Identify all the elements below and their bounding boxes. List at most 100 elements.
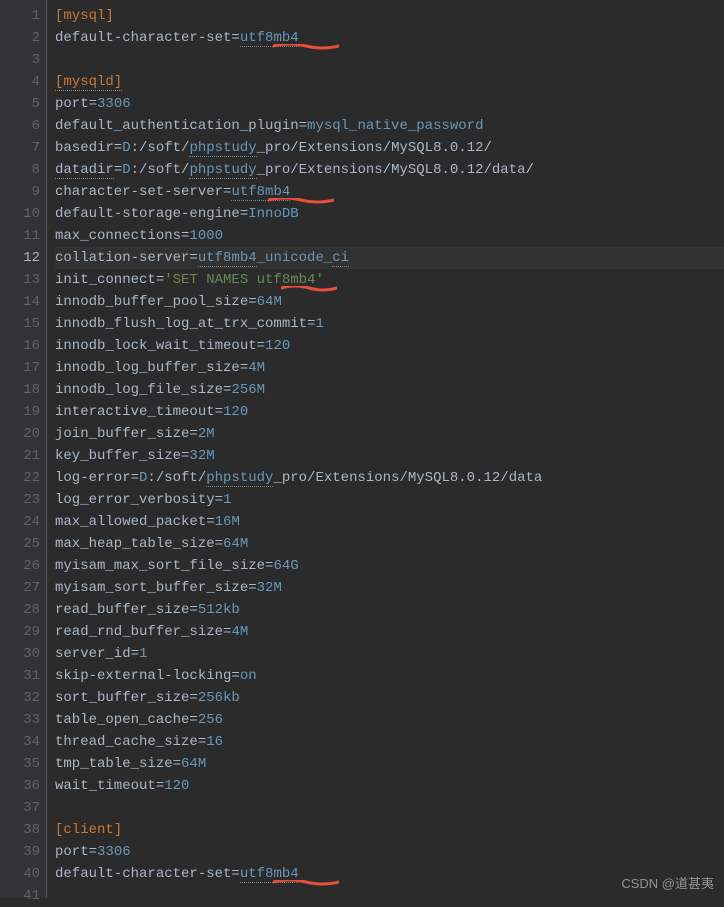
code-token: wait_timeout= (55, 778, 164, 794)
line-number: 33 (0, 709, 40, 731)
code-line[interactable]: skip-external-locking=on (55, 665, 724, 687)
code-line[interactable]: datadir=D:/soft/phpstudy_pro/Extensions/… (55, 159, 724, 181)
code-token: default-storage-engine= (55, 206, 248, 222)
code-token: utf8mb4 (231, 184, 290, 201)
code-token: log_error_verbosity= (55, 492, 223, 508)
line-number: 14 (0, 291, 40, 313)
code-token: 32M (189, 448, 214, 464)
code-token: 120 (265, 338, 290, 354)
code-line[interactable]: default_authentication_plugin=mysql_nati… (55, 115, 724, 137)
code-token: 120 (164, 778, 189, 794)
line-number: 21 (0, 445, 40, 467)
line-number: 40 (0, 863, 40, 885)
line-number: 37 (0, 797, 40, 819)
line-number: 7 (0, 137, 40, 159)
line-number: 26 (0, 555, 40, 577)
code-line[interactable]: basedir=D:/soft/phpstudy_pro/Extensions/… (55, 137, 724, 159)
code-token: D (122, 162, 130, 178)
code-token: 16 (206, 734, 223, 750)
code-token: 256kb (198, 690, 240, 706)
line-number: 25 (0, 533, 40, 555)
code-token: phpstudy (189, 140, 256, 157)
code-line[interactable]: max_heap_table_size=64M (55, 533, 724, 555)
code-token: character-set-server= (55, 184, 231, 200)
line-number: 30 (0, 643, 40, 665)
code-line[interactable]: collation-server=utf8mb4_unicode_ci (55, 247, 724, 269)
code-line[interactable]: init_connect='SET NAMES utf8mb4' (55, 269, 724, 291)
code-token: InnoDB (248, 206, 298, 222)
code-line[interactable] (55, 797, 724, 819)
line-number: 35 (0, 753, 40, 775)
code-token: max_heap_table_size= (55, 536, 223, 552)
line-number: 38 (0, 819, 40, 841)
code-token: 2M (198, 426, 215, 442)
line-number: 41 (0, 885, 40, 907)
code-line[interactable]: character-set-server=utf8mb4 (55, 181, 724, 203)
code-line[interactable]: key_buffer_size=32M (55, 445, 724, 467)
code-token: 3306 (97, 96, 131, 112)
code-line[interactable]: server_id=1 (55, 643, 724, 665)
code-token: basedir= (55, 140, 122, 156)
code-line[interactable]: log_error_verbosity=1 (55, 489, 724, 511)
code-line[interactable]: sort_buffer_size=256kb (55, 687, 724, 709)
code-line[interactable]: thread_cache_size=16 (55, 731, 724, 753)
code-line[interactable]: default-character-set=utf8mb4 (55, 27, 724, 49)
code-token: 1 (223, 492, 231, 508)
code-token: join_buffer_size= (55, 426, 198, 442)
line-number: 5 (0, 93, 40, 115)
code-token: datadir (55, 162, 114, 179)
code-line[interactable]: innodb_lock_wait_timeout=120 (55, 335, 724, 357)
code-line[interactable]: log-error=D:/soft/phpstudy_pro/Extension… (55, 467, 724, 489)
line-number-gutter: 1234567891011121314151617181920212223242… (0, 0, 46, 898)
code-line[interactable]: join_buffer_size=2M (55, 423, 724, 445)
line-number: 22 (0, 467, 40, 489)
code-line[interactable] (55, 49, 724, 71)
code-line[interactable]: innodb_flush_log_at_trx_commit=1 (55, 313, 724, 335)
code-line[interactable]: [client] (55, 819, 724, 841)
code-line[interactable]: myisam_max_sort_file_size=64G (55, 555, 724, 577)
code-area[interactable]: [mysql]default-character-set=utf8mb4[mys… (46, 0, 724, 898)
code-line[interactable]: innodb_log_file_size=256M (55, 379, 724, 401)
line-number: 2 (0, 27, 40, 49)
code-token: 4M (248, 360, 265, 376)
code-line[interactable]: interactive_timeout=120 (55, 401, 724, 423)
code-line[interactable]: myisam_sort_buffer_size=32M (55, 577, 724, 599)
code-line[interactable]: max_allowed_packet=16M (55, 511, 724, 533)
code-line[interactable]: [mysqld] (55, 71, 724, 93)
code-line[interactable]: [mysql] (55, 5, 724, 27)
code-token: 1000 (189, 228, 223, 244)
code-token: utf8mb4 (240, 866, 299, 883)
code-token: default-character-set= (55, 866, 240, 882)
line-number: 6 (0, 115, 40, 137)
code-token: on (240, 668, 257, 684)
code-line[interactable]: port=3306 (55, 841, 724, 863)
code-line[interactable]: tmp_table_size=64M (55, 753, 724, 775)
code-token: [mysqld] (55, 74, 122, 91)
code-token: = (114, 162, 122, 178)
code-line[interactable]: read_buffer_size=512kb (55, 599, 724, 621)
code-token: log-error= (55, 470, 139, 486)
code-token: innodb_buffer_pool_size= (55, 294, 257, 310)
code-token: max_connections= (55, 228, 189, 244)
code-line[interactable]: read_rnd_buffer_size=4M (55, 621, 724, 643)
code-token: utf8mb4 (240, 30, 299, 47)
code-line[interactable]: default-storage-engine=InnoDB (55, 203, 724, 225)
code-line[interactable]: wait_timeout=120 (55, 775, 724, 797)
code-line[interactable]: innodb_buffer_pool_size=64M (55, 291, 724, 313)
code-line[interactable]: innodb_log_buffer_size=4M (55, 357, 724, 379)
code-token: server_id= (55, 646, 139, 662)
code-token: 256 (198, 712, 223, 728)
line-number: 39 (0, 841, 40, 863)
code-token: ci (332, 250, 349, 267)
code-line[interactable]: table_open_cache=256 (55, 709, 724, 731)
line-number: 23 (0, 489, 40, 511)
code-line[interactable]: port=3306 (55, 93, 724, 115)
watermark: CSDN @道甚夷 (621, 873, 714, 892)
code-token: tmp_table_size= (55, 756, 181, 772)
line-number: 18 (0, 379, 40, 401)
line-number: 28 (0, 599, 40, 621)
code-token: :/soft/ (131, 140, 190, 156)
code-token: innodb_flush_log_at_trx_commit= (55, 316, 315, 332)
code-token: port= (55, 844, 97, 860)
code-line[interactable]: max_connections=1000 (55, 225, 724, 247)
